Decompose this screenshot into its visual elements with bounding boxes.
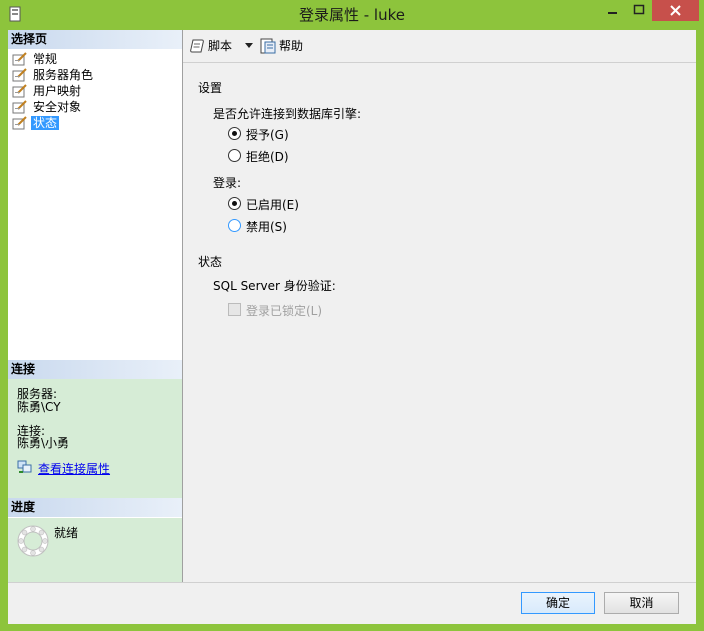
close-icon xyxy=(670,5,681,16)
script-dropdown-icon[interactable] xyxy=(245,43,253,48)
script-icon xyxy=(190,39,204,53)
dialog-frame: 选择页 常规 服务器角色 用户映射 安全对象 状态 连接 服务器: 陈勇\CY … xyxy=(8,30,696,624)
settings-section-title: 设置 xyxy=(198,81,223,95)
button-bar: 确定 取消 xyxy=(8,582,696,624)
ok-button[interactable]: 确定 xyxy=(521,592,595,614)
page-item-status[interactable]: 状态 xyxy=(11,115,95,131)
deny-radio[interactable] xyxy=(228,149,241,162)
page-icon xyxy=(12,52,27,66)
grant-radio[interactable] xyxy=(228,127,241,140)
view-connection-properties-link[interactable]: 查看连接属性 xyxy=(17,460,110,477)
left-pane: 选择页 常规 服务器角色 用户映射 安全对象 状态 连接 服务器: 陈勇\CY … xyxy=(8,30,183,582)
connection-header: 连接 xyxy=(8,360,182,379)
progress-spinner-icon xyxy=(17,525,49,557)
maximize-icon xyxy=(633,4,645,15)
progress-status: 就绪 xyxy=(54,526,79,540)
grant-label: 授予(G) xyxy=(246,128,289,142)
disabled-label: 禁用(S) xyxy=(246,220,287,234)
select-page-header: 选择页 xyxy=(8,30,182,49)
progress-header: 进度 xyxy=(8,498,182,517)
close-button[interactable] xyxy=(652,0,699,21)
login-label: 登录: xyxy=(213,176,242,190)
page-icon xyxy=(12,116,27,130)
server-value: 陈勇\CY xyxy=(17,400,61,414)
page-item-securables[interactable]: 安全对象 xyxy=(11,99,95,115)
help-button[interactable]: 帮助 xyxy=(260,37,303,55)
page-item-server-roles[interactable]: 服务器角色 xyxy=(11,67,95,83)
status-section-title: 状态 xyxy=(198,255,223,269)
minimize-icon xyxy=(608,12,617,14)
toolbar: 脚本 帮助 xyxy=(183,30,696,63)
status-page-content: 设置 是否允许连接到数据库引擎: 授予(G) 拒绝(D) 登录: 已启用(E) … xyxy=(183,63,696,582)
connection-properties-icon xyxy=(17,460,32,473)
maximize-button[interactable] xyxy=(626,0,652,21)
page-icon xyxy=(12,84,27,98)
cancel-button[interactable]: 取消 xyxy=(604,592,679,614)
page-item-general[interactable]: 常规 xyxy=(11,51,95,67)
help-icon xyxy=(260,38,276,54)
page-list: 常规 服务器角色 用户映射 安全对象 状态 xyxy=(11,51,95,131)
connection-value: 陈勇\小勇 xyxy=(17,436,70,450)
minimize-button[interactable] xyxy=(599,0,625,21)
deny-label: 拒绝(D) xyxy=(246,150,289,164)
enabled-label: 已启用(E) xyxy=(246,198,299,212)
disabled-radio[interactable] xyxy=(228,219,241,232)
page-item-user-mapping[interactable]: 用户映射 xyxy=(11,83,95,99)
login-locked-label: 登录已锁定(L) xyxy=(246,304,323,318)
page-icon xyxy=(12,68,27,82)
title-bar: 登录属性 - luke xyxy=(0,0,704,30)
script-button[interactable]: 脚本 xyxy=(190,37,232,55)
sql-auth-label: SQL Server 身份验证: xyxy=(213,279,336,293)
login-locked-checkbox[interactable] xyxy=(228,303,241,316)
page-icon xyxy=(12,100,27,114)
permission-question-label: 是否允许连接到数据库引擎: xyxy=(213,107,362,121)
enabled-radio[interactable] xyxy=(228,197,241,210)
